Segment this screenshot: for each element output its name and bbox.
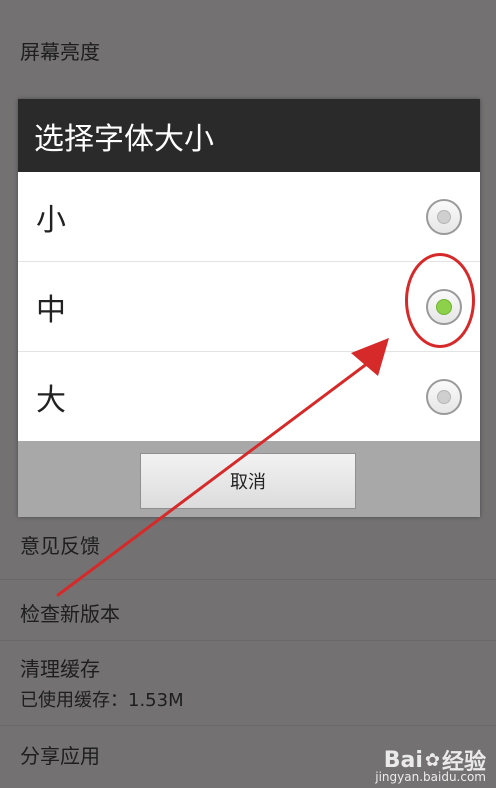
radio-dot [437,390,451,404]
option-large[interactable]: 大 [18,352,480,442]
divider [0,725,496,726]
feedback-setting[interactable]: 意见反馈 [20,530,100,559]
option-label: 中 [36,293,66,328]
highlight-circle [405,253,475,348]
paw-icon: ✿ [424,749,440,771]
option-small[interactable]: 小 [18,172,480,262]
option-label: 大 [36,383,66,418]
watermark-site: jingyan.baidu.com [375,770,486,784]
cache-used-text: 已使用缓存：1.53M [20,690,184,711]
divider [0,640,496,641]
check-update-setting[interactable]: 检查新版本 [20,598,120,627]
radio-button[interactable] [426,379,462,415]
watermark-brand: Bai [383,747,423,773]
radio-button[interactable] [426,199,462,235]
dialog-footer: 取消 [18,441,480,517]
option-label: 小 [36,203,66,238]
dialog-title: 选择字体大小 [34,121,214,157]
cancel-button[interactable]: 取消 [140,453,356,509]
dialog-header: 选择字体大小 [18,99,480,172]
baidu-jingyan-watermark: Bai ✿ 经验 jingyan.baidu.com [375,744,486,785]
brightness-setting[interactable]: 屏幕亮度 [20,36,100,65]
clear-cache-setting[interactable]: 清理缓存 [20,653,100,682]
share-app-setting[interactable]: 分享应用 [20,740,100,769]
radio-dot [437,210,451,224]
divider [0,579,496,580]
